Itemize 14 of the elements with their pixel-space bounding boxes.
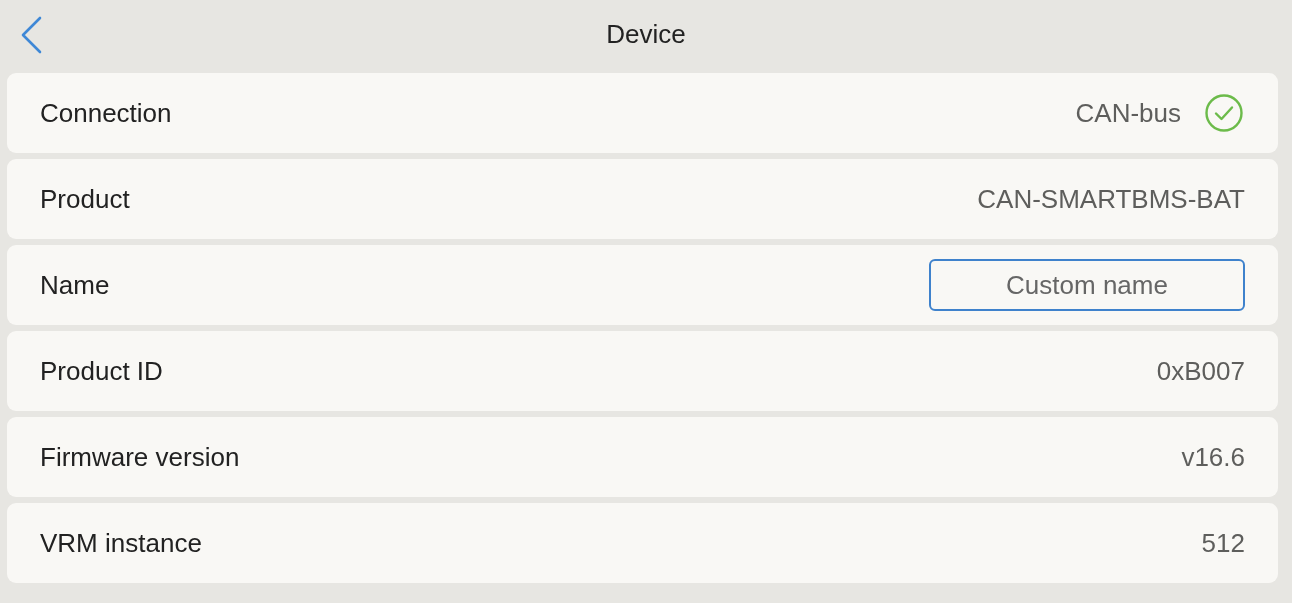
row-label: VRM instance [40, 527, 202, 559]
row-value: v16.6 [1181, 441, 1245, 473]
row-label: Firmware version [40, 441, 240, 473]
row-label: Product [40, 183, 130, 215]
page-title: Device [606, 19, 686, 50]
back-chevron-icon [20, 16, 42, 54]
row-label: Connection [40, 97, 172, 129]
name-input-field[interactable]: Custom name [929, 259, 1245, 311]
row-value: CAN-bus [1075, 97, 1181, 129]
row-value: CAN-SMARTBMS-BAT [977, 183, 1245, 215]
row-label: Product ID [40, 355, 163, 387]
row-value: 512 [1201, 527, 1245, 559]
row-value: 0xB007 [1156, 355, 1245, 387]
row-label: Name [40, 269, 110, 301]
